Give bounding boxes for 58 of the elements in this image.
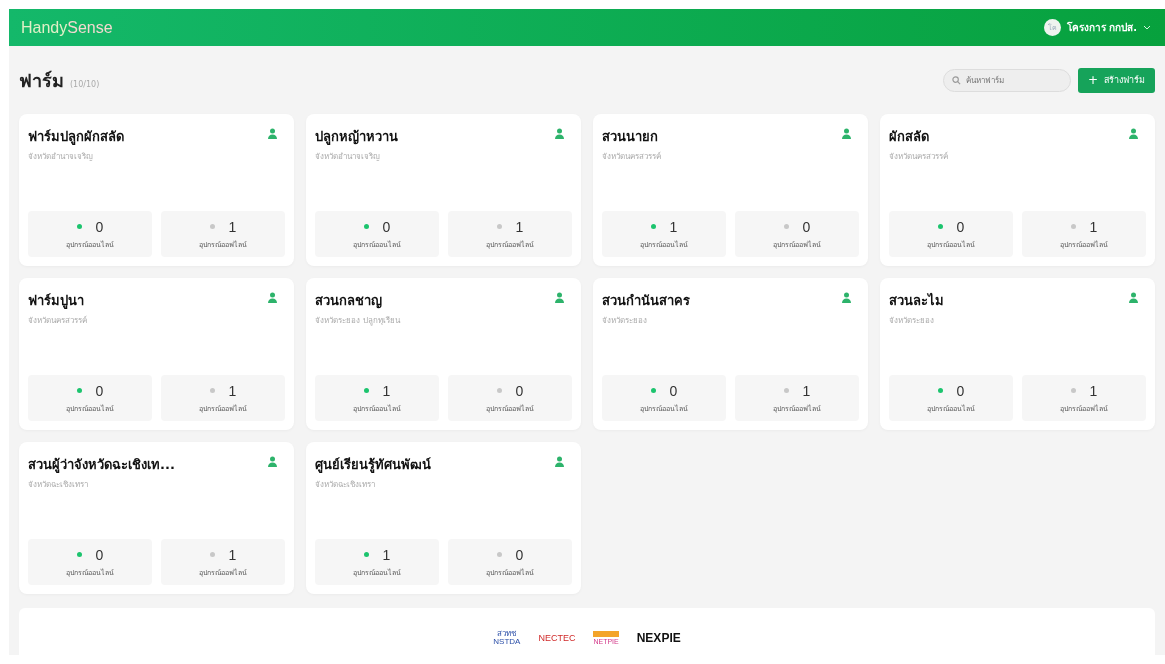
farm-location: จังหวัดฉะเชิงเทรา	[28, 479, 89, 491]
person-icon	[268, 128, 277, 139]
farm-location: จังหวัดนครสวรรค์	[889, 151, 948, 163]
device-count: 1	[228, 382, 237, 399]
farm-location: จังหวัดอำนาจเจริญ	[315, 151, 381, 163]
device-count: 0	[95, 382, 104, 399]
farm-name: สวนกลชาญ	[315, 292, 383, 311]
device-count: 0	[95, 546, 104, 563]
person-icon	[555, 292, 564, 303]
device-count: 0	[669, 382, 678, 399]
farm-name: ศูนย์เรียนรู้ทัศนพัฒน์	[315, 456, 431, 475]
farm-location: จังหวัดนครสวรรค์	[602, 151, 661, 163]
farm-location: จังหวัดนครสวรรค์	[28, 315, 87, 327]
farm-location: จังหวัดระยอง	[889, 315, 935, 327]
farm-name: ผักสลัด	[889, 128, 930, 146]
device-count: 0	[382, 218, 391, 235]
device-count: 1	[1089, 382, 1098, 399]
device-count: 0	[515, 546, 524, 563]
device-count: 1	[515, 218, 524, 235]
device-count: 0	[515, 382, 524, 399]
farm-location: จังหวัดฉะเชิงเทรา	[315, 479, 376, 491]
farm-location: จังหวัดอำนาจเจริญ	[28, 151, 94, 163]
device-count: 1	[382, 546, 391, 563]
device-count: 1	[228, 218, 237, 235]
partner-logo: สวทช NSTDA	[493, 630, 521, 646]
person-icon	[555, 456, 564, 467]
farm-name: สวนผู้ว่าจังหวัดฉะเชิงเท...	[28, 456, 175, 475]
person-icon	[1129, 128, 1138, 139]
partner-logo: NEXPIE	[636, 631, 681, 645]
device-count: 1	[669, 218, 678, 235]
farm-location: จังหวัดระยอง ปลูกทุเรียน	[315, 315, 400, 327]
partner-logo: NECTEC	[538, 633, 576, 643]
device-count: 0	[95, 218, 104, 235]
person-icon	[1129, 292, 1138, 303]
page-title: ฟาร์ม	[19, 68, 64, 93]
device-count: 0	[802, 218, 811, 235]
farm-name: ฟาร์มปลูกผักสลัด	[28, 128, 124, 147]
farm-count: (10/10)	[70, 79, 100, 89]
device-count: 0	[956, 382, 965, 399]
device-count: 1	[802, 382, 811, 399]
device-count: 1	[382, 382, 391, 399]
farm-name: ปลูกหญ้าหวาน	[315, 128, 398, 147]
person-icon	[842, 292, 851, 303]
farm-name: สวนละไม	[889, 292, 944, 310]
farm-name: สวนนายก	[602, 128, 659, 146]
person-icon	[268, 292, 277, 303]
device-count: 1	[1089, 218, 1098, 235]
person-icon	[268, 456, 277, 467]
search-icon	[951, 75, 961, 85]
device-count: 0	[956, 218, 965, 235]
search-field[interactable]: ค้นหาฟาร์ม	[942, 68, 1071, 92]
chevron-down-icon[interactable]	[1143, 25, 1151, 30]
device-count: 1	[228, 546, 237, 563]
farm-name: สวนกำนันสาคร	[602, 292, 690, 310]
person-icon	[842, 128, 851, 139]
farm-location: จังหวัดระยอง	[602, 315, 648, 327]
person-icon	[555, 128, 564, 139]
farm-name: ฟาร์มปูนา	[28, 292, 85, 311]
